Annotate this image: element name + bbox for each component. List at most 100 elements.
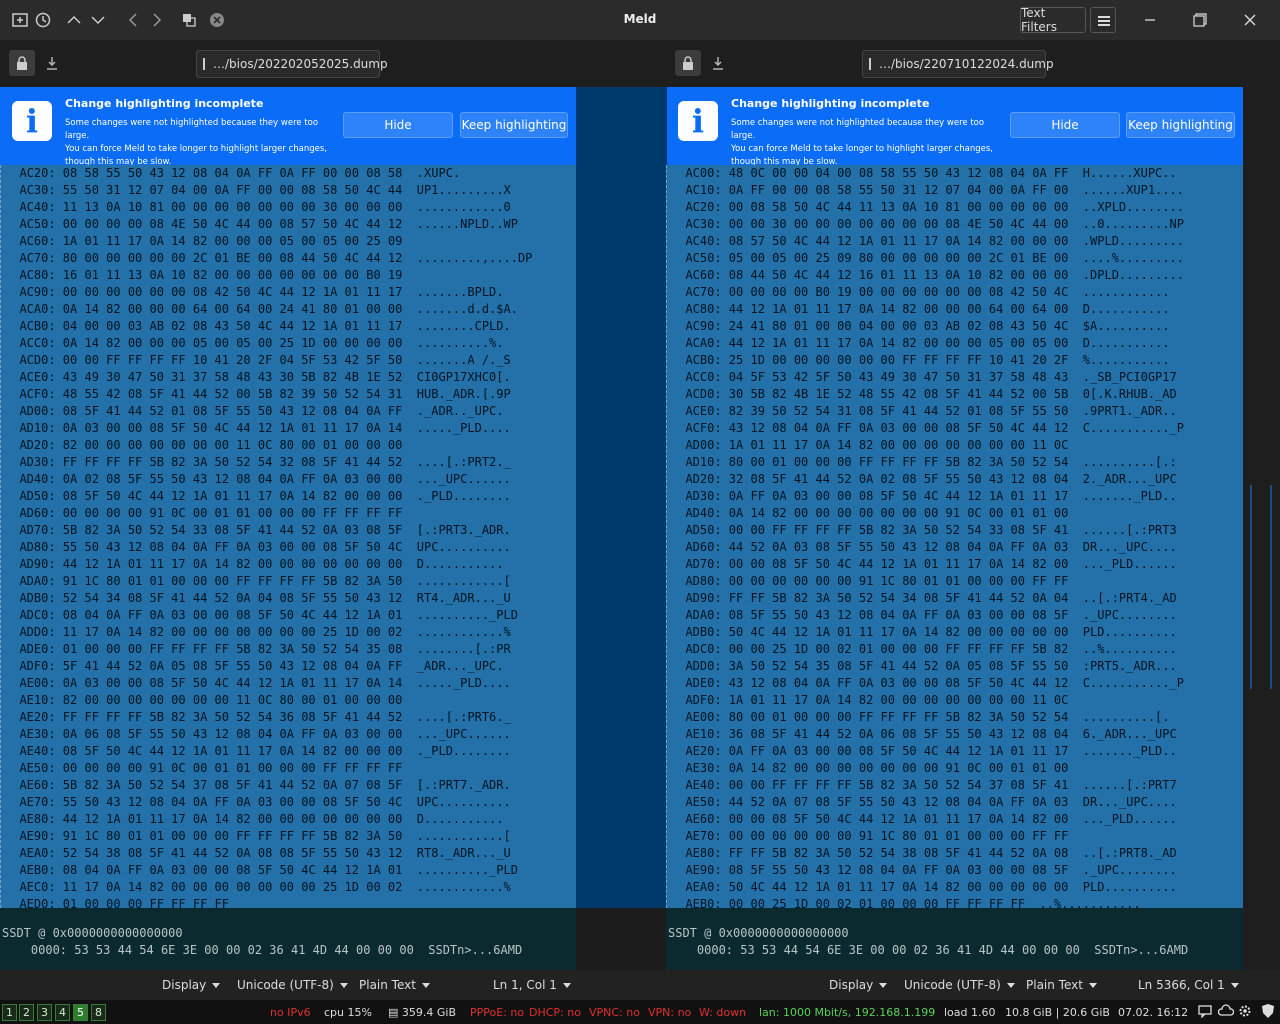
next-change-icon[interactable] <box>86 6 110 34</box>
right-position-dropdown[interactable]: Ln 5366, Col 1 <box>1138 978 1239 992</box>
load-status: load 1.60 <box>944 1006 996 1019</box>
right-file-chooser[interactable]: …/bios/220710122024.dump <box>862 50 1054 78</box>
ipv6-status: no IPv6 <box>270 1006 311 1019</box>
left-path-bar: …/bios/202202052025.dump <box>0 48 576 80</box>
hex-row: ADA0: 08 5F 55 50 43 12 08 04 0A FF 0A 0… <box>671 608 1177 622</box>
dhcp-status: DHCP: no <box>529 1006 581 1019</box>
hex-row: AE80: 44 12 1A 01 11 17 0A 14 82 00 00 0… <box>5 812 504 826</box>
workspace-button[interactable]: 4 <box>55 1004 70 1021</box>
right-file-icon <box>869 58 871 70</box>
right-syntax-dropdown[interactable]: Plain Text <box>1026 978 1097 992</box>
back-icon[interactable] <box>122 6 144 34</box>
hex-row: AEB0: 08 04 0A FF 0A 03 00 00 08 5F 50 4… <box>5 863 518 877</box>
hex-row: AD70: 00 00 08 5F 50 4C 44 12 1A 01 11 1… <box>671 557 1177 571</box>
close-icon[interactable] <box>1238 8 1262 32</box>
hex-row: AC80: 44 12 1A 01 11 17 0A 14 82 00 00 0… <box>671 302 1170 316</box>
hex-row: AD60: 00 00 00 00 91 0C 00 01 01 00 00 0… <box>5 506 417 520</box>
hex-row: AC80: 16 01 11 13 0A 10 82 00 00 00 00 0… <box>5 268 417 282</box>
workspace-button-active[interactable]: 5 <box>73 1004 88 1021</box>
hex-row: 0000: 53 53 44 54 6E 3E 00 00 02 36 41 4… <box>2 943 523 957</box>
chat-icon[interactable] <box>1198 1004 1212 1021</box>
right-encoding-dropdown[interactable]: Unicode (UTF-8) <box>904 978 1015 992</box>
right-lock-icon[interactable] <box>675 50 701 76</box>
right-keep-highlighting-button[interactable]: Keep highlighting <box>1126 112 1235 138</box>
settings-icon[interactable] <box>1238 1004 1252 1021</box>
network-icon[interactable] <box>1217 1004 1235 1021</box>
left-keep-highlighting-button[interactable]: Keep highlighting <box>460 112 568 138</box>
left-save-icon[interactable] <box>39 50 65 76</box>
hex-row: AC70: 00 00 00 00 B0 19 00 00 00 00 00 0… <box>671 285 1170 299</box>
hex-row: AE00: 80 00 01 00 00 00 FF FF FF FF 5B 8… <box>671 710 1170 724</box>
lan-status: lan: 1000 Mbit/s, 192.168.1.199 <box>759 1006 936 1019</box>
hex-row: AD20: 32 08 5F 41 44 52 0A 02 08 5F 55 5… <box>671 472 1177 486</box>
hex-row: ADE0: 43 12 08 04 0A FF 0A 03 00 00 08 5… <box>671 676 1184 690</box>
hamburger-menu-icon[interactable] <box>1090 7 1116 33</box>
change-map-scrollbar[interactable] <box>1243 87 1280 970</box>
hex-row: AEB0: 00 00 25 1D 00 02 01 00 00 00 FF F… <box>671 897 1141 908</box>
text-filters-button[interactable]: Text Filters <box>1020 6 1086 34</box>
hex-row: AE40: 00 00 FF FF FF FF 5B 82 3A 50 52 5… <box>671 778 1177 792</box>
right-hide-button[interactable]: Hide <box>1010 112 1120 138</box>
diff-link-map-lower[interactable] <box>576 908 667 970</box>
security-icon[interactable] <box>1260 1003 1276 1022</box>
hex-row: AD10: 80 00 01 00 00 00 FF FF FF FF 5B 8… <box>671 455 1177 469</box>
chevron-down-icon <box>421 982 430 988</box>
right-text-view[interactable]: AC00: 48 0C 00 00 04 00 08 58 55 50 43 1… <box>666 165 1243 908</box>
diff-link-map[interactable] <box>576 87 667 908</box>
hex-row: AEA0: 50 4C 44 12 1A 01 11 17 0A 14 82 0… <box>671 880 1177 894</box>
hex-row: SSDT @ 0x0000000000000000 <box>668 926 849 940</box>
stop-icon[interactable] <box>206 6 228 34</box>
minimize-icon[interactable] <box>1138 8 1162 32</box>
vpn-status: VPN: no <box>648 1006 692 1019</box>
hex-row: AE90: 08 5F 55 50 43 12 08 04 0A FF 0A 0… <box>671 863 1177 877</box>
copy-icon[interactable] <box>178 6 200 34</box>
hex-row: ADD0: 3A 50 52 54 35 08 5F 41 44 52 0A 0… <box>671 659 1177 673</box>
hex-row: ACC0: 04 5F 53 42 5F 50 43 49 30 47 50 3… <box>671 370 1177 384</box>
forward-icon[interactable] <box>146 6 168 34</box>
hex-row: AD90: 44 12 1A 01 11 17 0A 14 82 00 00 0… <box>5 557 504 571</box>
left-lock-icon[interactable] <box>9 50 35 76</box>
left-hide-button[interactable]: Hide <box>343 112 453 138</box>
right-display-dropdown[interactable]: Display <box>829 978 888 992</box>
workspace-button[interactable]: 3 <box>37 1004 52 1021</box>
hex-row: ACE0: 43 49 30 47 50 31 37 58 48 43 30 5… <box>5 370 511 384</box>
right-info-line: Some changes were not highlighted becaus… <box>731 118 985 141</box>
change-map-marker <box>1250 485 1252 689</box>
hex-row: ADA0: 91 1C 80 01 01 00 00 00 FF FF FF F… <box>5 574 511 588</box>
previous-change-icon[interactable] <box>62 6 86 34</box>
left-display-dropdown[interactable]: Display <box>162 978 221 992</box>
hex-row: ACA0: 44 12 1A 01 11 17 0A 14 82 00 00 0… <box>671 336 1170 350</box>
right-save-icon[interactable] <box>705 50 731 76</box>
header-bar: Meld Text Filters <box>0 0 1280 40</box>
hex-row: AE20: 0A FF 0A 03 00 00 08 5F 50 4C 44 1… <box>671 744 1177 758</box>
chevron-down-icon <box>879 982 888 988</box>
hex-row: AC60: 1A 01 11 17 0A 14 82 00 00 00 05 0… <box>5 234 417 248</box>
right-info-line: You can force Meld to take longer to hig… <box>731 144 994 154</box>
right-info-title: Change highlighting incomplete <box>731 97 930 110</box>
left-syntax-dropdown[interactable]: Plain Text <box>359 978 430 992</box>
workspace-button[interactable]: 8 <box>91 1004 106 1021</box>
hex-row: AE10: 36 08 5F 41 44 52 0A 06 08 5F 55 5… <box>671 727 1177 741</box>
right-path-bar: …/bios/220710122024.dump <box>666 48 1243 80</box>
chevron-down-icon <box>1006 982 1015 988</box>
right-lower-view[interactable]: SSDT @ 0x0000000000000000 0000: 53 53 44… <box>666 908 1243 970</box>
left-position-dropdown[interactable]: Ln 1, Col 1 <box>493 978 571 992</box>
recent-comparisons-icon[interactable] <box>32 6 54 34</box>
left-text-view[interactable]: AC20: 08 58 55 50 43 12 08 04 0A FF 0A F… <box>0 165 576 908</box>
left-lower-view[interactable]: SSDT @ 0x0000000000000000 0000: 53 53 44… <box>0 908 576 970</box>
workspace-button[interactable]: 1 <box>2 1004 17 1021</box>
workspace-button[interactable]: 2 <box>19 1004 34 1021</box>
hex-row: ACB0: 04 00 00 03 AB 02 08 43 50 4C 44 1… <box>5 319 511 333</box>
hex-row: AC50: 05 00 05 00 25 09 80 00 00 00 00 0… <box>671 251 1184 265</box>
left-file-chooser[interactable]: …/bios/202202052025.dump <box>196 50 388 78</box>
hex-row: AD90: FF FF 5B 82 3A 50 52 54 34 08 5F 4… <box>671 591 1177 605</box>
hex-row: AC20: 08 58 55 50 43 12 08 04 0A FF 0A F… <box>5 166 461 180</box>
left-encoding-dropdown[interactable]: Unicode (UTF-8) <box>237 978 348 992</box>
disk-icon: ▤ <box>388 1006 402 1019</box>
right-rows: AC00: 48 0C 00 00 04 00 08 58 55 50 43 1… <box>667 165 1243 908</box>
hex-row: AE50: 44 52 0A 07 08 5F 55 50 43 12 08 0… <box>671 795 1177 809</box>
maximize-icon[interactable] <box>1188 8 1212 32</box>
left-info-text: Some changes were not highlighted becaus… <box>65 117 335 169</box>
hex-row: AC70: 80 00 00 00 00 00 2C 01 BE 00 08 4… <box>5 251 533 265</box>
new-comparison-icon[interactable] <box>8 6 32 34</box>
